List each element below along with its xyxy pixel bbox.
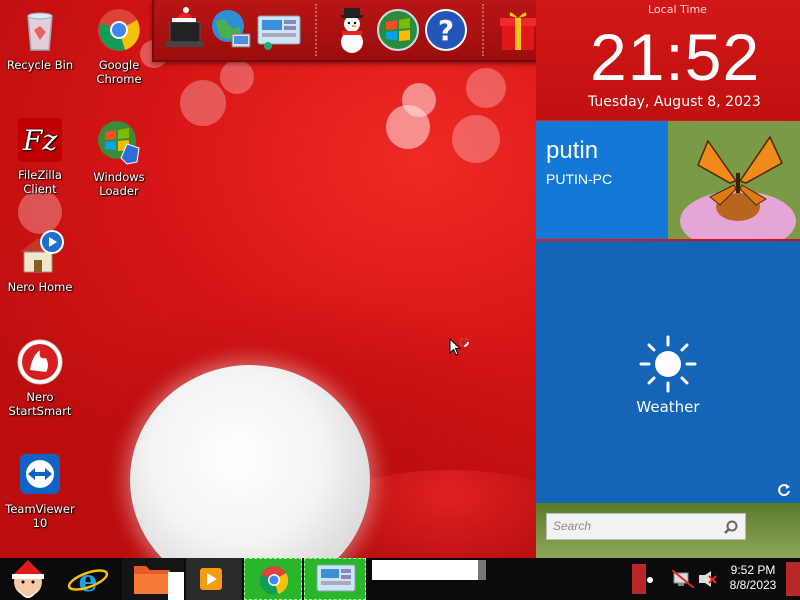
windows-loader-icon [95, 118, 143, 166]
control-panel-taskbar-button[interactable] [304, 558, 366, 600]
show-desktop-button[interactable] [786, 562, 800, 596]
bokeh-light [220, 60, 254, 94]
dock-separator [482, 4, 484, 56]
windows-orb-icon[interactable] [376, 6, 420, 54]
network-icon[interactable] [671, 569, 695, 589]
svg-text:Fz: Fz [22, 124, 57, 157]
weather-tile[interactable]: Weather [536, 241, 800, 503]
taskbar-time: 9:52 PM [730, 563, 776, 577]
desktop-icon-nero-home[interactable]: Nero Home [0, 228, 80, 294]
speaker-muted-icon[interactable] [697, 570, 717, 588]
tray-dot-icon [647, 577, 653, 583]
desktop-icon-windows-loader[interactable]: Windows Loader [79, 118, 159, 198]
search-panel: Search [536, 503, 800, 558]
taskbar-preview-scroll [478, 560, 486, 580]
taskbar-clock[interactable]: 9:52 PM 8/8/2023 [722, 563, 784, 593]
white-pompom [130, 365, 370, 558]
bokeh-light [452, 115, 500, 163]
globe-network-icon[interactable] [208, 6, 252, 54]
nero-home-icon [16, 228, 64, 276]
dock-separator [315, 4, 317, 56]
refresh-icon[interactable] [777, 483, 791, 497]
control-panel-icon[interactable] [254, 6, 301, 54]
media-player-icon [200, 568, 222, 590]
control-panel-icon [316, 564, 356, 592]
weather-label: Weather [636, 398, 700, 416]
search-icon[interactable] [723, 519, 739, 535]
desktop-icon-recycle-bin[interactable]: Recycle Bin [0, 6, 80, 72]
filezilla-icon: Fz [16, 116, 64, 164]
taskbar-preview-box[interactable] [372, 560, 478, 580]
svg-text:e: e [78, 564, 97, 599]
taskbar: e 9:52 PM 8/8/2023 [0, 558, 800, 600]
gift-icon[interactable] [496, 6, 540, 54]
chrome-icon [95, 6, 143, 54]
bokeh-light [466, 68, 506, 108]
user-name: putin [546, 137, 599, 164]
search-placeholder: Search [553, 519, 592, 533]
santa-laptop-icon[interactable] [164, 6, 208, 54]
chrome-icon [259, 566, 289, 595]
recycle-bin-icon [16, 6, 64, 54]
help-icon[interactable]: ? [424, 6, 468, 54]
bokeh-light [386, 105, 430, 149]
user-tile[interactable]: putin PUTIN-PC [536, 121, 668, 239]
media-player-button[interactable] [186, 558, 242, 600]
busy-cursor-icon [449, 338, 469, 356]
internet-explorer-icon: e [67, 564, 109, 599]
clock-gadget: Local Time 21:52 Tuesday, August 8, 2023 [536, 0, 800, 120]
bokeh-light [180, 80, 226, 126]
clock-date: Tuesday, August 8, 2023 [588, 94, 761, 110]
santa-start-icon [12, 560, 44, 598]
start-button[interactable] [0, 558, 56, 600]
desktop-icon-teamviewer[interactable]: TeamViewer 10 [0, 450, 80, 530]
computer-name: PUTIN-PC [546, 171, 613, 187]
desktop-icon-google-chrome[interactable]: Google Chrome [79, 6, 159, 86]
clock-label: Local Time [648, 3, 707, 16]
folder-icon [134, 566, 184, 600]
svg-text:?: ? [438, 14, 454, 47]
search-input[interactable]: Search [546, 513, 746, 540]
chrome-taskbar-button[interactable] [244, 558, 302, 600]
snowman-icon[interactable] [330, 6, 374, 54]
teamviewer-icon [16, 450, 64, 498]
taskbar-date: 8/8/2023 [729, 578, 777, 592]
internet-explorer-button[interactable]: e [62, 558, 114, 600]
butterfly-photo [668, 121, 800, 239]
desktop-icon-nero-startsmart[interactable]: Nero StartSmart [0, 338, 80, 418]
butterfly-photo-tile[interactable] [668, 121, 800, 239]
clock-time: 21:52 [590, 20, 761, 94]
file-explorer-button[interactable] [122, 558, 184, 600]
desktop-icon-filezilla[interactable]: Fz FileZilla Client [0, 116, 80, 196]
tray-red-icon[interactable] [632, 564, 646, 594]
nero-startsmart-icon [16, 338, 64, 386]
sun-icon [639, 335, 697, 393]
